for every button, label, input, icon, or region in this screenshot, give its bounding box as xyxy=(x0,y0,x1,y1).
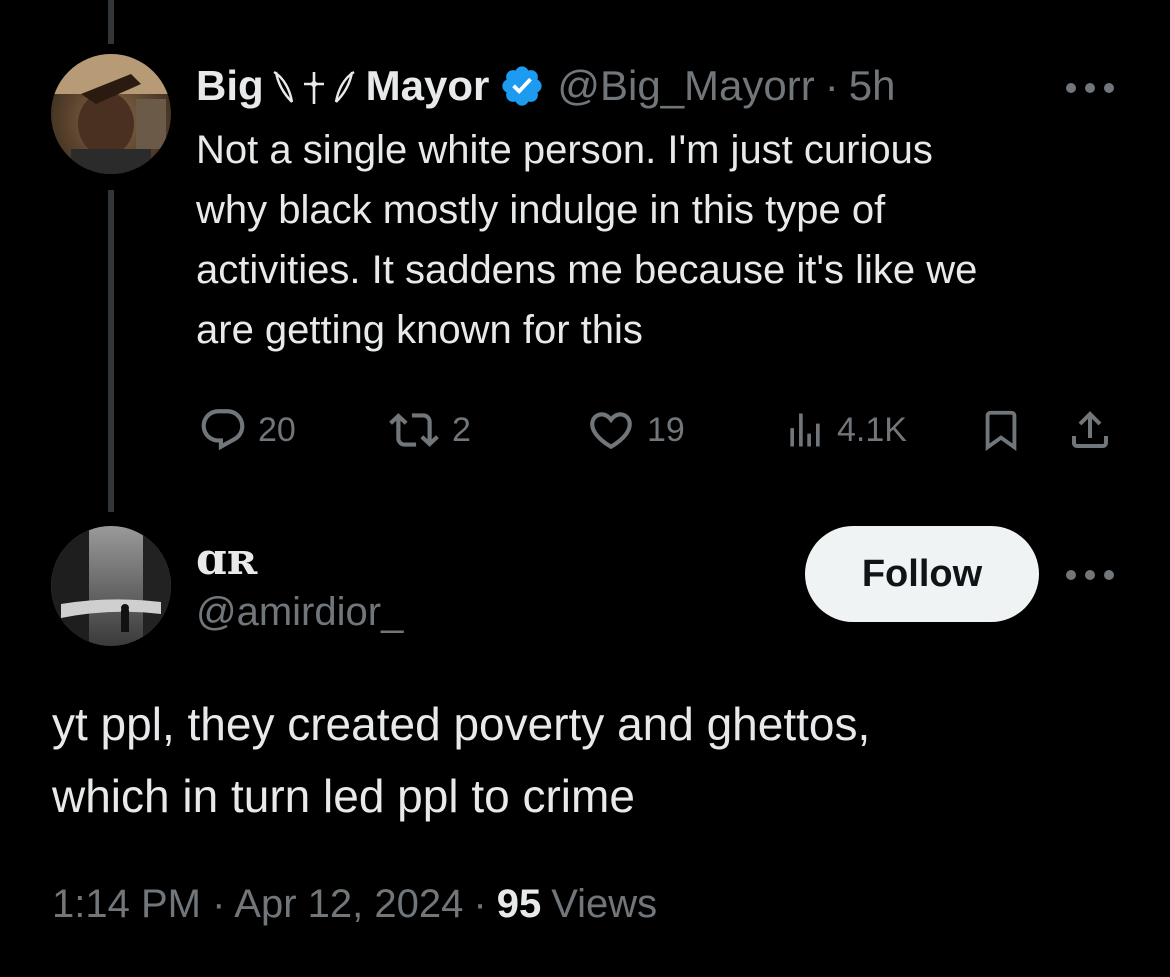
tweet-actions: 20 2 19 4.1K xyxy=(0,400,1170,460)
reply-count: 20 xyxy=(258,410,296,449)
thread-line xyxy=(108,190,114,512)
display-name[interactable]: ɑʀ xyxy=(196,534,257,585)
heart-icon xyxy=(590,412,632,450)
handle[interactable]: @amirdior_ xyxy=(196,590,403,635)
share-button[interactable] xyxy=(1066,400,1114,460)
views-button[interactable]: 4.1K xyxy=(783,400,907,460)
handle[interactable]: @Big_Mayorr xyxy=(557,62,814,110)
reply-icon xyxy=(201,409,245,451)
share-icon xyxy=(1072,411,1108,448)
tweet-header: Big Mayor @Big_Mayorr · 5h xyxy=(196,58,895,114)
more-options-icon[interactable] xyxy=(1066,78,1114,98)
follow-button[interactable]: Follow xyxy=(805,526,1039,622)
tweet-text: yt ppl, they created poverty and ghettos… xyxy=(52,698,871,822)
separator: · xyxy=(824,62,839,109)
like-button[interactable]: 19 xyxy=(585,400,685,460)
views-label: Views xyxy=(551,882,658,926)
display-name[interactable]: Big Mayor xyxy=(196,62,489,110)
avatar-image xyxy=(51,526,171,646)
views-count: 4.1K xyxy=(837,410,907,449)
avatar[interactable] xyxy=(51,54,171,174)
reply-button[interactable]: 20 xyxy=(198,400,296,460)
more-options-icon[interactable] xyxy=(1066,565,1114,585)
separator: · xyxy=(473,882,487,926)
display-name-first: Big xyxy=(196,62,264,109)
thread-line-top xyxy=(108,0,114,44)
analytics-icon xyxy=(790,413,820,447)
repost-count: 2 xyxy=(452,410,471,449)
wings-cross-emoji-icon xyxy=(270,64,358,108)
views-count: 95 xyxy=(496,882,542,926)
bookmark-icon xyxy=(985,410,1017,451)
display-name-last: Mayor xyxy=(365,62,490,109)
avatar[interactable] xyxy=(51,526,171,646)
like-count: 19 xyxy=(647,410,685,449)
avatar-image xyxy=(51,54,171,174)
repost-icon xyxy=(389,413,439,447)
tweet-meta: 1:14 PM · Apr 12, 2024 · 95 Views xyxy=(52,882,657,927)
time-ago[interactable]: 5h xyxy=(849,62,896,110)
tweet-text: Not a single white person. I'm just curi… xyxy=(196,128,978,352)
repost-button[interactable]: 2 xyxy=(386,400,471,460)
timestamp[interactable]: 1:14 PM · Apr 12, 2024 xyxy=(52,882,463,927)
bookmark-button[interactable] xyxy=(978,400,1024,460)
verified-badge-icon xyxy=(499,63,545,109)
handle-time: @Big_Mayorr · 5h xyxy=(557,62,895,110)
